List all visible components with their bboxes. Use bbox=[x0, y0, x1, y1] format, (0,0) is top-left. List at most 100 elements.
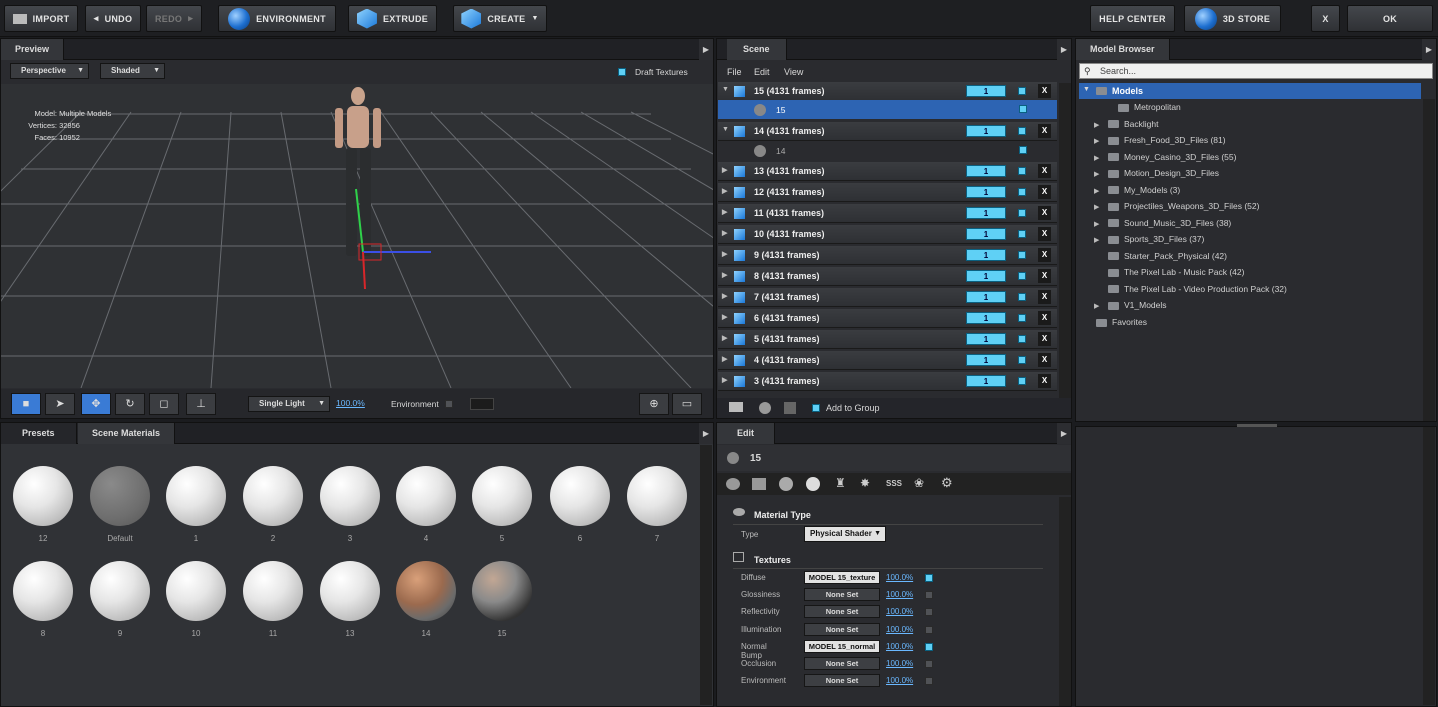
visible-checkbox[interactable] bbox=[1018, 127, 1026, 135]
target-icon[interactable]: ⊕ bbox=[639, 393, 669, 415]
tab-presets[interactable]: Presets bbox=[1, 423, 77, 444]
move-icon[interactable]: ✥ bbox=[81, 393, 111, 415]
frame-stepper[interactable]: 1 bbox=[966, 333, 1006, 345]
material-sphere[interactable] bbox=[396, 561, 456, 621]
visible-checkbox[interactable] bbox=[1018, 87, 1026, 95]
chevron-right-icon[interactable]: ▶ bbox=[722, 334, 727, 342]
scene-row[interactable]: ▶ 3 (4131 frames) 1 X bbox=[718, 372, 1057, 391]
scene-row[interactable]: ▶ 9 (4131 frames) 1 X bbox=[718, 246, 1057, 265]
remove-icon[interactable]: X bbox=[1038, 164, 1051, 178]
frame-stepper[interactable]: 1 bbox=[966, 125, 1006, 137]
texture-slot[interactable]: None Set bbox=[804, 605, 880, 619]
material-sphere[interactable] bbox=[13, 561, 73, 621]
remove-icon[interactable]: X bbox=[1038, 248, 1051, 262]
remove-icon[interactable]: X bbox=[1038, 206, 1051, 220]
texture-slot[interactable]: None Set bbox=[804, 657, 880, 670]
help-center-button[interactable]: HELP CENTER bbox=[1090, 5, 1175, 32]
view-mode-select[interactable]: Perspective ▼ bbox=[10, 63, 89, 79]
sss-icon[interactable]: SSS bbox=[886, 479, 902, 488]
scene-scrollbar[interactable] bbox=[1059, 83, 1071, 401]
material-sphere[interactable] bbox=[320, 466, 380, 526]
menu-file[interactable]: File bbox=[727, 67, 742, 77]
scene-row[interactable]: ▶ 4 (4131 frames) 1 X bbox=[718, 351, 1057, 370]
chevron-down-icon[interactable]: ▼ bbox=[722, 126, 729, 133]
sphere-icon[interactable] bbox=[779, 477, 793, 491]
lamp-icon[interactable]: ♜ bbox=[835, 476, 846, 490]
remove-icon[interactable]: X bbox=[1038, 84, 1051, 98]
materials-scrollbar[interactable] bbox=[700, 445, 712, 705]
undo-button[interactable]: ◂ UNDO bbox=[85, 5, 141, 32]
light-bulb-icon[interactable]: ✸ bbox=[860, 476, 870, 490]
material-sphere[interactable] bbox=[396, 466, 456, 526]
search-field[interactable]: ⚲ Search... bbox=[1079, 63, 1433, 79]
chevron-right-icon[interactable]: ▶ bbox=[722, 250, 727, 258]
texture-slot[interactable]: None Set bbox=[804, 674, 880, 688]
tree-item[interactable]: ▶ Money_Casino_3D_Files (55) bbox=[1094, 149, 1236, 165]
visible-checkbox[interactable] bbox=[1018, 230, 1026, 238]
material-sphere[interactable] bbox=[166, 561, 226, 621]
flower-icon[interactable]: ❀ bbox=[914, 476, 924, 490]
material-sphere[interactable] bbox=[472, 466, 532, 526]
scene-row[interactable]: ▶ 7 (4131 frames) 1 X bbox=[718, 288, 1057, 307]
frame-stepper[interactable]: 1 bbox=[966, 291, 1006, 303]
edit-scrollbar[interactable] bbox=[1059, 497, 1071, 706]
visible-checkbox[interactable] bbox=[1018, 335, 1026, 343]
scene-subitem-14[interactable]: 14 bbox=[718, 141, 1057, 160]
texture-slot[interactable]: MODEL 15_texture bbox=[804, 571, 880, 584]
material-sphere[interactable] bbox=[320, 561, 380, 621]
light-intensity[interactable]: 100.0% bbox=[336, 398, 365, 408]
chevron-right-icon[interactable]: ▶ bbox=[722, 271, 727, 279]
remove-icon[interactable]: X bbox=[1038, 290, 1051, 304]
chevron-right-icon[interactable]: ▶ bbox=[722, 292, 727, 300]
tab-scene-materials[interactable]: Scene Materials bbox=[78, 423, 176, 444]
texture-strength[interactable]: 100.0% bbox=[886, 573, 913, 582]
chevron-down-icon[interactable]: ▼ bbox=[722, 86, 729, 93]
redo-button[interactable]: REDO ▸ bbox=[146, 5, 202, 32]
scene-row[interactable]: ▼ 15 (4131 frames) 1 X bbox=[718, 82, 1057, 101]
shader-type-select[interactable]: Physical Shader ▼ bbox=[804, 526, 886, 542]
scene-row[interactable]: ▶ 12 (4131 frames) 1 X bbox=[718, 183, 1057, 202]
shading-select[interactable]: Shaded ▼ bbox=[100, 63, 165, 79]
import-button[interactable]: IMPORT bbox=[4, 5, 78, 32]
tree-item[interactable]: ▶ Projectiles_Weapons_3D_Files (52) bbox=[1094, 198, 1259, 214]
tree-item[interactable]: Metropolitan bbox=[1104, 99, 1181, 115]
figure-model[interactable] bbox=[335, 87, 381, 256]
material-icon[interactable] bbox=[759, 402, 771, 414]
panel-expand-icon[interactable]: ▶ bbox=[699, 423, 713, 444]
tab-scene[interactable]: Scene bbox=[727, 39, 787, 60]
panel-expand-icon[interactable]: ▶ bbox=[699, 39, 713, 60]
texture-enable-checkbox[interactable] bbox=[925, 591, 933, 600]
menu-edit[interactable]: Edit bbox=[754, 67, 770, 77]
material-sphere[interactable] bbox=[243, 561, 303, 621]
gear-icon[interactable]: ⚙ bbox=[941, 475, 953, 491]
frame-stepper[interactable]: 1 bbox=[966, 354, 1006, 366]
frame-stepper[interactable]: 1 bbox=[966, 228, 1006, 240]
tree-item[interactable]: Starter_Pack_Physical (42) bbox=[1094, 248, 1227, 264]
monitor-icon[interactable]: ▭ bbox=[672, 393, 702, 415]
visible-checkbox[interactable] bbox=[1018, 293, 1026, 301]
visible-checkbox[interactable] bbox=[1019, 146, 1027, 154]
scene-row[interactable]: ▼ 14 (4131 frames) 1 X bbox=[718, 122, 1057, 141]
tree-item[interactable]: ▶ My_Models (3) bbox=[1094, 182, 1180, 198]
browser-scrollbar[interactable] bbox=[1423, 99, 1435, 421]
mirror-sphere-icon[interactable] bbox=[806, 477, 820, 491]
texture-strength[interactable]: 100.0% bbox=[886, 625, 913, 634]
camera-icon[interactable]: ■ bbox=[11, 393, 41, 415]
texture-strength[interactable]: 100.0% bbox=[886, 607, 913, 616]
add-to-group-checkbox[interactable] bbox=[812, 404, 820, 412]
visible-checkbox[interactable] bbox=[1018, 314, 1026, 322]
visible-checkbox[interactable] bbox=[1018, 377, 1026, 385]
frame-stepper[interactable]: 1 bbox=[966, 186, 1006, 198]
tree-item[interactable]: ▶ Motion_Design_3D_Files bbox=[1094, 165, 1219, 181]
tree-item[interactable]: ▶ Sports_3D_Files (37) bbox=[1094, 231, 1204, 247]
panel-expand-icon[interactable]: ▶ bbox=[1057, 39, 1071, 60]
tree-item-favorites[interactable]: Favorites bbox=[1096, 314, 1147, 330]
axis-icon[interactable]: ⊥ bbox=[186, 393, 216, 415]
tab-preview[interactable]: Preview bbox=[1, 39, 65, 60]
material-sphere[interactable] bbox=[472, 561, 532, 621]
material-sphere[interactable] bbox=[90, 561, 150, 621]
extrude-button[interactable]: EXTRUDE bbox=[348, 5, 437, 32]
material-sphere[interactable] bbox=[243, 466, 303, 526]
select-arrow-icon[interactable]: ➤ bbox=[45, 393, 75, 415]
light-select[interactable]: Single Light ▼ bbox=[248, 396, 330, 412]
